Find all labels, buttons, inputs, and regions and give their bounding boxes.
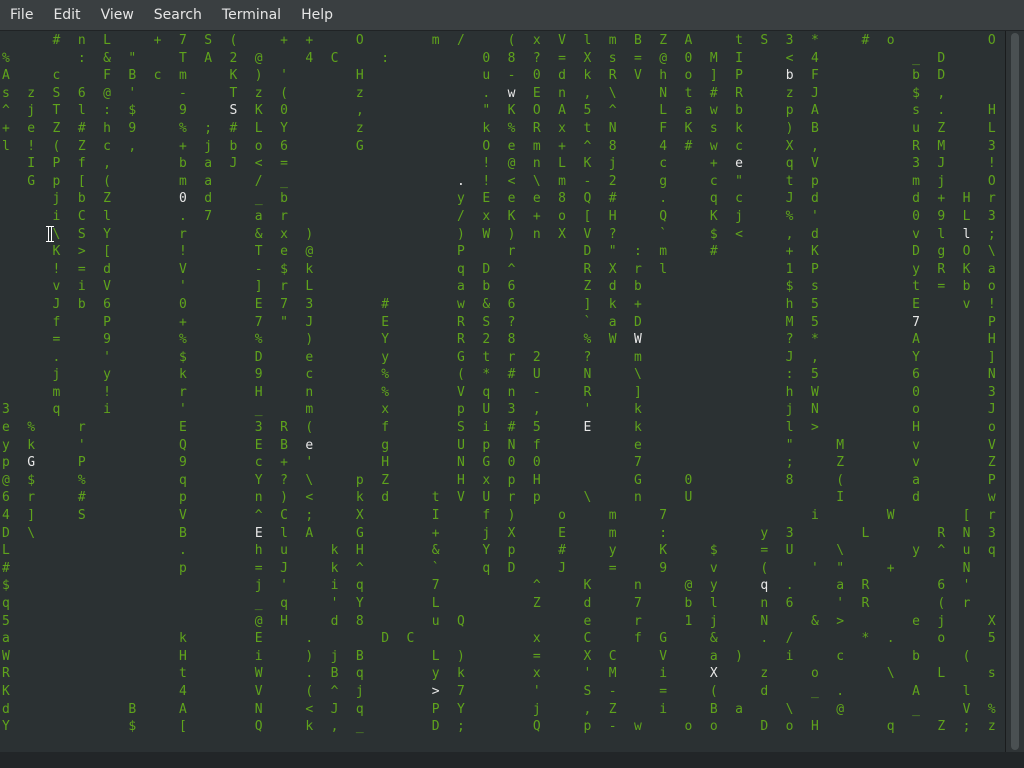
- terminal-line: K > [ ! T e @ P r D " : m # + K D g O \ …: [52, 244, 997, 260]
- scrollbar-thumb[interactable]: [1011, 33, 1019, 750]
- terminal-line: e % r E 3 R ( f S i # 5 E k l > H o . U …: [2, 420, 997, 436]
- terminal-line: . ' $ D e y G t r 2 ? m J , Y ] V < ' I …: [52, 349, 997, 365]
- terminal-window: File Edit View Search Terminal Help # n …: [0, 0, 1024, 768]
- terminal-line: = 9 % % ) Y R 2 8 % W W ? * A H f # < C …: [2, 332, 997, 348]
- terminal-line: f P + 7 " J E R S ? ` a D M 5 7 P 8 D o …: [2, 314, 997, 330]
- terminal-line: K 4 V ( ^ j > 7 ' S - = ( d _ . A l < x …: [2, 683, 972, 699]
- terminal-viewport[interactable]: # n L + 7 S ( + + O m / ( x V l m B Z A …: [0, 31, 1006, 752]
- terminal-line: \ S Y r & x ) ) W ) n X V ? ` $ < , d v …: [2, 226, 997, 242]
- menu-search[interactable]: Search: [144, 0, 212, 30]
- terminal-line: J b 6 0 E 7 3 # w & 6 ] k + h 5 E v ! , …: [52, 296, 997, 312]
- terminal-line: 4 ] S V ^ C ; X I f ) o m 7 i W [ r ? ] …: [2, 508, 997, 524]
- terminal-line: L . h u k H & Y p # y K $ = U \ y ^ u q …: [2, 543, 997, 559]
- menu-file[interactable]: File: [0, 0, 43, 30]
- terminal-line: ! = d V - $ k q D ^ R X r l 1 P y R K a …: [52, 261, 997, 277]
- terminal-line: s z S 6 @ ' - T z ( z . w E n , \ N t # …: [2, 85, 946, 101]
- terminal-line: j b Z 0 d _ b y E e e 8 Q # . q c J d d …: [2, 191, 997, 207]
- menu-terminal[interactable]: Terminal: [212, 0, 291, 30]
- terminal-line: W H i ) j B L ) = X C V a ) i c b ( Y C …: [2, 648, 972, 664]
- menu-edit[interactable]: Edit: [43, 0, 90, 30]
- terminal-line: 3 q i ' _ m x p U 3 , ' k j N o J & l I …: [2, 402, 997, 418]
- terminal-line: G p [ ( m a / _ . ! < \ m - 2 g c " t p …: [2, 173, 997, 189]
- terminal-line: y k ' Q E B e g U p N f e " M v V ? 2 . …: [2, 437, 997, 453]
- terminal-line: a k E . D C x C f G & . / * . o 5 h P 9 …: [2, 631, 997, 647]
- terminal-line: Y $ [ Q k , _ D ; Q p - w o o D o H q Z …: [2, 719, 997, 735]
- terminal-line: % : & " T A 2 @ 4 C : 0 8 ? = X s = @ 0 …: [2, 50, 946, 66]
- terminal-line: # p = J k ^ ` q D J = 9 v ( ' " + N l * …: [2, 560, 1006, 576]
- terminal-line: j y k 9 c % ( * # U N \ : 5 6 N ' < N d …: [52, 367, 997, 383]
- terminal-line: 6 r # p n ) < k d t V U r p \ n U I d w …: [2, 490, 997, 506]
- terminal-output: # n L + 7 S ( + + O m / ( x V l m B Z A …: [2, 32, 1006, 736]
- terminal-line: i C l . 7 a r / x K + o [ H Q K j % ' 0 …: [52, 208, 997, 224]
- menu-view[interactable]: View: [91, 0, 144, 30]
- terminal-line: q _ q ' Y L Z d 7 b l n 6 ' R ( r w p X …: [2, 596, 972, 611]
- terminal-line: m ! r H n % V q n - R ] h W 0 3 I P v j …: [52, 384, 997, 400]
- terminal-line: ^ j T l : $ 9 S K 0 , " K O A 5 ^ L a w …: [2, 103, 997, 119]
- menu-bar: File Edit View Search Terminal Help: [0, 0, 1024, 31]
- terminal-line: l ! ( Z c , + j b o 6 G O e m + ^ 8 4 # …: [2, 138, 1006, 154]
- terminal-line: + e Z # h 9 % ; # L Y z k % R x t N F K …: [2, 120, 997, 136]
- terminal-line: 5 @ H d 8 u Q e r 1 j N & > e j X q ^ . …: [2, 613, 997, 629]
- window-bottom-edge: [0, 752, 1024, 768]
- text-cursor-icon: [46, 226, 54, 242]
- vertical-scrollbar[interactable]: [1006, 31, 1024, 752]
- terminal-line: A c F B c m K ) ' H u - 0 d k R V h o ] …: [2, 68, 946, 84]
- terminal-line: D \ B E l A G + j X E m : y 3 L R N 3 " …: [2, 525, 997, 541]
- terminal-line: # n L + 7 S ( + + O m / ( x V l m B Z A …: [52, 33, 997, 48]
- menu-help[interactable]: Help: [291, 0, 343, 30]
- terminal-line: v i V ' ] r L a b 6 Z d b $ s t = b o ( …: [52, 279, 997, 295]
- terminal-line: R t W . B q y k x ' M i X z o \ L s ! 5 …: [2, 666, 997, 682]
- terminal-line: $ j ' i q 7 ^ K n @ y q . a R 6 ' : V V …: [2, 578, 972, 594]
- terminal-line: I P f , b a J < = ! @ n L K j c + e q V …: [2, 156, 997, 172]
- terminal-line: d B A N < J q P Y j , Z i B a \ @ _ V % …: [2, 701, 997, 717]
- terminal-line: p G P 9 c + ' H N G 0 0 7 ; Z v Z D X 0 …: [2, 455, 997, 471]
- terminal-line: @ $ % q Y ? \ p Z H x p H G 0 8 ( a P q …: [2, 472, 997, 488]
